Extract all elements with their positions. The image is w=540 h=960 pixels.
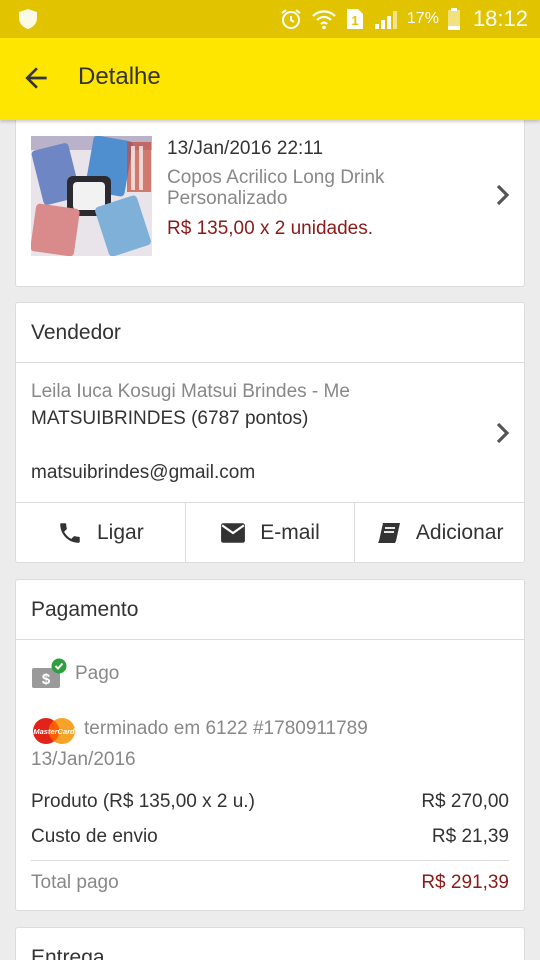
seller-company[interactable]: Leila Iuca Kosugi Matsui Brindes - Me [31, 381, 350, 403]
shipping-cost-value: R$ 21,39 [431, 826, 509, 847]
phone-icon [60, 523, 80, 543]
card-brand: MasterCard [33, 727, 75, 736]
chevron-right-icon [496, 184, 510, 206]
seller-section-title: Vendedor [16, 303, 524, 363]
delivery-card: Entrega [15, 927, 525, 960]
payment-section-title: Pagamento [16, 580, 524, 640]
seller-nickname[interactable]: MATSUIBRINDES (6787 pontos) [31, 408, 308, 430]
mastercard-logo: MasterCard [33, 718, 75, 744]
payment-status: Pago [75, 663, 120, 684]
battery-icon [447, 8, 460, 30]
back-arrow-icon[interactable] [20, 62, 52, 94]
product-thumbnail [31, 136, 152, 256]
seller-card: Vendedor Leila Iuca Kosugi Matsui Brinde… [15, 302, 525, 563]
seller-email[interactable]: matsuibrindes@gmail.com [31, 462, 255, 484]
product-name: Copos Acrilico Long Drink Personalizado [167, 167, 385, 209]
payment-date: 13/Jan/2016 [31, 749, 136, 770]
delivery-section-title: Entrega [31, 946, 105, 960]
shield-icon [19, 9, 37, 29]
purchase-date: 13/Jan/2016 22:11 [167, 138, 324, 159]
product-price: R$ 135,00 x 2 unidades. [167, 218, 373, 239]
add-contact-button-label: Adicionar [415, 521, 504, 544]
total-value: R$ 291,39 [421, 872, 509, 893]
total-label: Total pago [31, 872, 119, 893]
alarm-icon [281, 9, 301, 29]
product-cost-row: Produto (R$ 135,00 x 2 u.) R$ 270,00 [31, 791, 509, 813]
sim-icon: 1 [346, 9, 363, 29]
seller-actions: Ligar E-mail Adicionar [16, 502, 524, 563]
card-info: terminado em 6122 #1780911789 [84, 718, 368, 739]
page-title: Detalhe [78, 63, 161, 90]
divider [31, 860, 509, 861]
contacts-book-icon [377, 523, 400, 543]
status-bar: 1 17% 18:12 [0, 0, 540, 38]
mail-icon [221, 523, 246, 543]
product-cost-label: Produto (R$ 135,00 x 2 u.) [31, 791, 255, 812]
product-cost-value: R$ 270,00 [421, 791, 509, 812]
signal-icon [374, 11, 397, 29]
total-row: Total pago R$ 291,39 [31, 872, 509, 894]
svg-text:$: $ [42, 671, 51, 688]
payment-card: Pagamento $ Pago MasterCard terminado em… [15, 579, 525, 911]
battery-percent: 17% [406, 10, 439, 27]
product-card[interactable]: 13/Jan/2016 22:11 Copos Acrilico Long Dr… [15, 112, 525, 287]
shipping-cost-label: Custo de envio [31, 826, 158, 847]
add-contact-button[interactable]: Adicionar [355, 503, 524, 563]
call-button[interactable]: Ligar [16, 503, 186, 563]
email-button-label: E-mail [260, 521, 320, 544]
clock: 18:12 [472, 6, 528, 31]
shipping-cost-row: Custo de envio R$ 21,39 [31, 826, 509, 848]
call-button-label: Ligar [96, 521, 144, 544]
paid-money-icon: $ [32, 658, 67, 688]
sim-label: 1 [351, 13, 358, 28]
wifi-icon [312, 10, 336, 30]
email-button[interactable]: E-mail [186, 503, 356, 563]
chevron-right-icon[interactable] [494, 421, 512, 445]
app-bar: Detalhe [0, 38, 540, 120]
